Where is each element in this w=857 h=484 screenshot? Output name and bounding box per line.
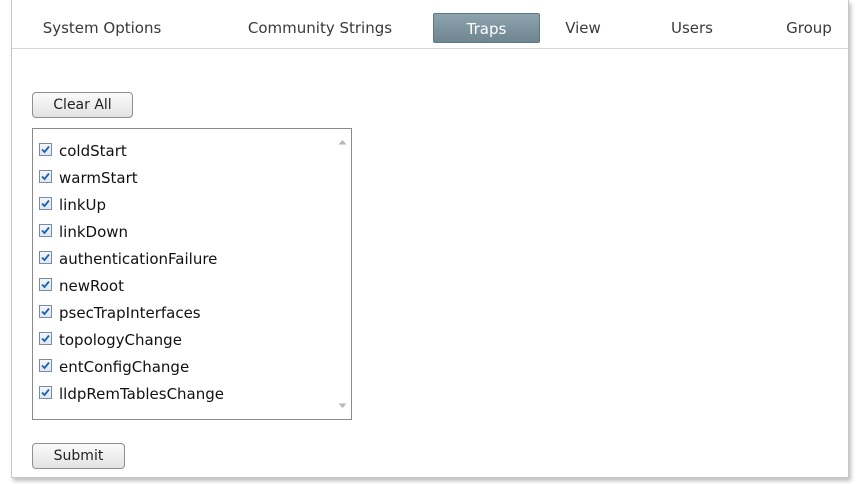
clear-all-button[interactable]: Clear All bbox=[32, 92, 133, 118]
checkbox-checked-icon[interactable] bbox=[39, 359, 52, 372]
trap-label: psecTrapInterfaces bbox=[59, 304, 201, 322]
trap-item-linkdown[interactable]: linkDown bbox=[39, 221, 128, 243]
trap-item-linkup[interactable]: linkUp bbox=[39, 194, 106, 216]
checkbox-checked-icon[interactable] bbox=[39, 332, 52, 345]
trap-item-psectrapinterfaces[interactable]: psecTrapInterfaces bbox=[39, 302, 201, 324]
trap-item-authenticationfailure[interactable]: authenticationFailure bbox=[39, 248, 217, 270]
checkbox-checked-icon[interactable] bbox=[39, 278, 52, 291]
trap-item-topologychange[interactable]: topologyChange bbox=[39, 329, 182, 351]
trap-label: linkDown bbox=[59, 223, 129, 241]
trap-item-newroot[interactable]: newRoot bbox=[39, 275, 124, 297]
scrollbar[interactable] bbox=[333, 129, 351, 419]
tab-group[interactable]: Group bbox=[779, 13, 839, 43]
trap-label: lldpRemTablesChange bbox=[59, 385, 224, 403]
tab-system-options[interactable]: System Options bbox=[37, 13, 167, 43]
trap-label: topologyChange bbox=[59, 331, 182, 349]
checkbox-checked-icon[interactable] bbox=[39, 197, 52, 210]
checkbox-checked-icon[interactable] bbox=[39, 170, 52, 183]
tab-traps[interactable]: Traps bbox=[433, 13, 540, 43]
traps-list[interactable]: coldStart warmStart linkUp linkDown auth… bbox=[32, 128, 352, 420]
scroll-up-arrow-icon[interactable] bbox=[338, 139, 347, 145]
checkbox-checked-icon[interactable] bbox=[39, 251, 52, 264]
checkbox-checked-icon[interactable] bbox=[39, 305, 52, 318]
submit-button[interactable]: Submit bbox=[32, 443, 125, 469]
tab-bar: System Options Community Strings Traps V… bbox=[12, 0, 848, 49]
trap-label: newRoot bbox=[59, 277, 124, 295]
trap-label: linkUp bbox=[59, 196, 107, 214]
trap-item-warmstart[interactable]: warmStart bbox=[39, 167, 138, 189]
trap-label: entConfigChange bbox=[59, 358, 190, 376]
trap-label: coldStart bbox=[59, 142, 127, 160]
scroll-down-arrow-icon[interactable] bbox=[338, 403, 347, 409]
snmp-panel: System Options Community Strings Traps V… bbox=[11, 0, 849, 478]
trap-label: authenticationFailure bbox=[59, 250, 218, 268]
trap-item-coldstart[interactable]: coldStart bbox=[39, 140, 127, 162]
trap-label: warmStart bbox=[59, 169, 138, 187]
checkbox-checked-icon[interactable] bbox=[39, 143, 52, 156]
trap-item-lldpremtableschange[interactable]: lldpRemTablesChange bbox=[39, 383, 224, 405]
tab-community-strings[interactable]: Community Strings bbox=[240, 13, 400, 43]
checkbox-checked-icon[interactable] bbox=[39, 386, 52, 399]
trap-item-entconfigchange[interactable]: entConfigChange bbox=[39, 356, 189, 378]
tab-users[interactable]: Users bbox=[662, 13, 722, 43]
tab-view[interactable]: View bbox=[558, 13, 608, 43]
checkbox-checked-icon[interactable] bbox=[39, 224, 52, 237]
